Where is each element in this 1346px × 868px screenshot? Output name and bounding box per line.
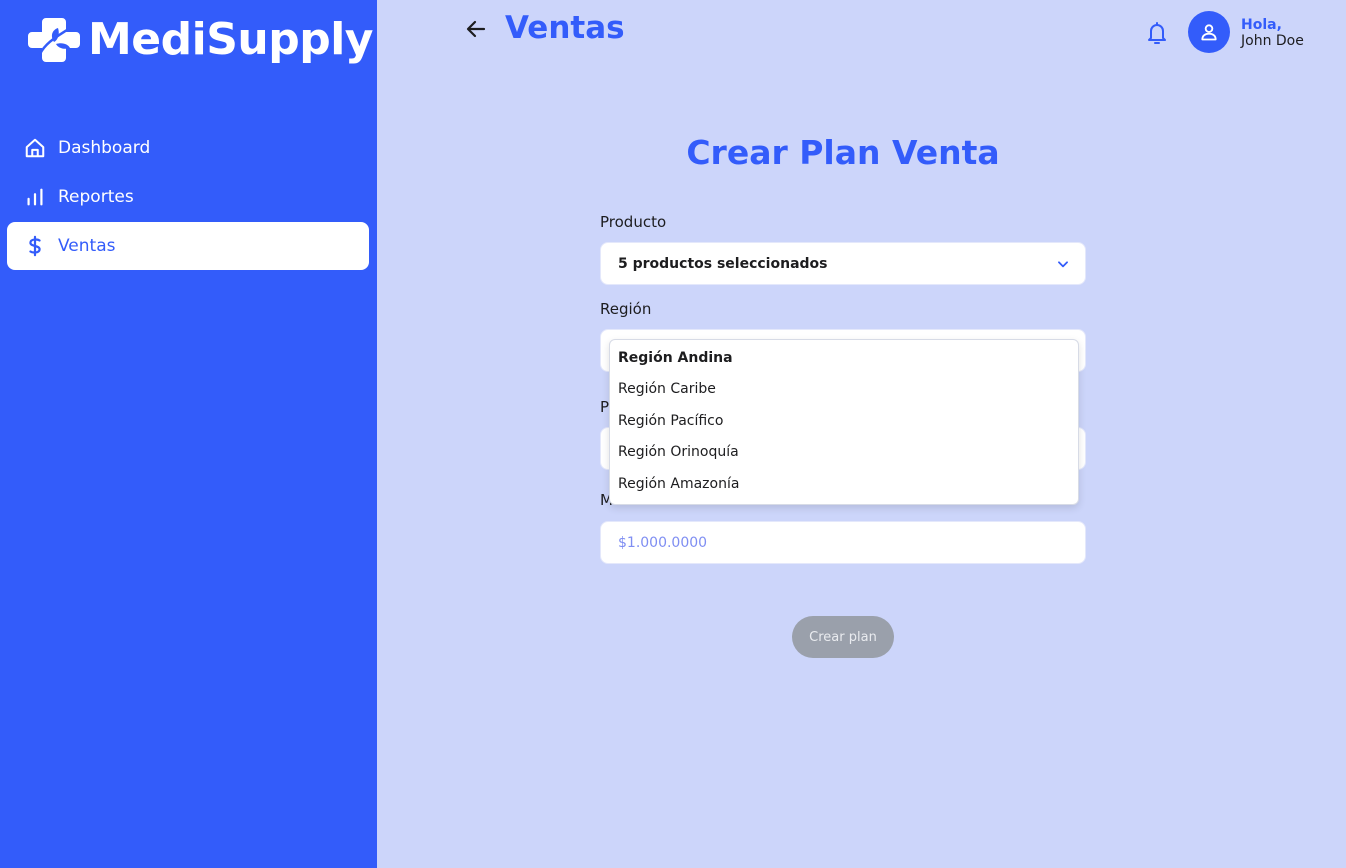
region-option-andina[interactable]: Región Andina bbox=[610, 342, 1078, 374]
medisupply-logo-icon bbox=[28, 18, 80, 62]
avatar[interactable] bbox=[1188, 11, 1230, 53]
sidebar-item-label: Dashboard bbox=[58, 138, 151, 158]
product-select[interactable]: 5 productos seleccionados bbox=[600, 242, 1086, 285]
chevron-down-icon bbox=[1058, 261, 1068, 268]
sidebar-item-reportes[interactable]: Reportes bbox=[7, 173, 369, 221]
sidebar: MediSupply Dashboard Reportes Ventas bbox=[0, 0, 377, 868]
region-option-caribe[interactable]: Región Caribe bbox=[610, 374, 1078, 406]
region-option-orinoquia[interactable]: Región Orinoquía bbox=[610, 437, 1078, 469]
home-icon bbox=[24, 137, 46, 159]
back-arrow-icon[interactable] bbox=[464, 17, 488, 41]
brand-name: MediSupply bbox=[88, 14, 373, 65]
dollar-icon bbox=[24, 235, 46, 257]
user-name: John Doe bbox=[1241, 33, 1304, 49]
amount-placeholder: $1.000.0000 bbox=[618, 534, 708, 551]
region-dropdown-menu: Región Andina Región Caribe Región Pacíf… bbox=[609, 339, 1079, 505]
sidebar-item-label: Reportes bbox=[58, 187, 134, 207]
region-label: Región bbox=[600, 300, 652, 318]
greeting-text: Hola, bbox=[1241, 17, 1282, 33]
form-title: Crear Plan Venta bbox=[686, 133, 1000, 172]
third-field-label: P bbox=[600, 398, 610, 416]
brand-logo[interactable]: MediSupply bbox=[28, 14, 373, 66]
bar-chart-icon bbox=[24, 186, 46, 208]
sidebar-item-label: Ventas bbox=[58, 236, 116, 256]
sidebar-item-dashboard[interactable]: Dashboard bbox=[7, 124, 369, 172]
region-option-amazonia[interactable]: Región Amazonía bbox=[610, 468, 1078, 500]
page-title: Ventas bbox=[505, 10, 625, 46]
user-icon bbox=[1201, 24, 1217, 41]
product-label: Producto bbox=[600, 213, 667, 231]
sidebar-item-ventas[interactable]: Ventas bbox=[7, 222, 369, 270]
sidebar-nav: Dashboard Reportes Ventas bbox=[7, 124, 369, 271]
amount-input[interactable]: $1.000.0000 bbox=[600, 521, 1086, 564]
product-select-value: 5 productos seleccionados bbox=[618, 255, 828, 272]
notification-bell-icon[interactable] bbox=[1145, 20, 1169, 46]
user-greeting: Hola, John Doe bbox=[1241, 17, 1304, 49]
create-plan-button[interactable]: Crear plan bbox=[792, 616, 894, 658]
region-option-pacifico[interactable]: Región Pacífico bbox=[610, 405, 1078, 437]
